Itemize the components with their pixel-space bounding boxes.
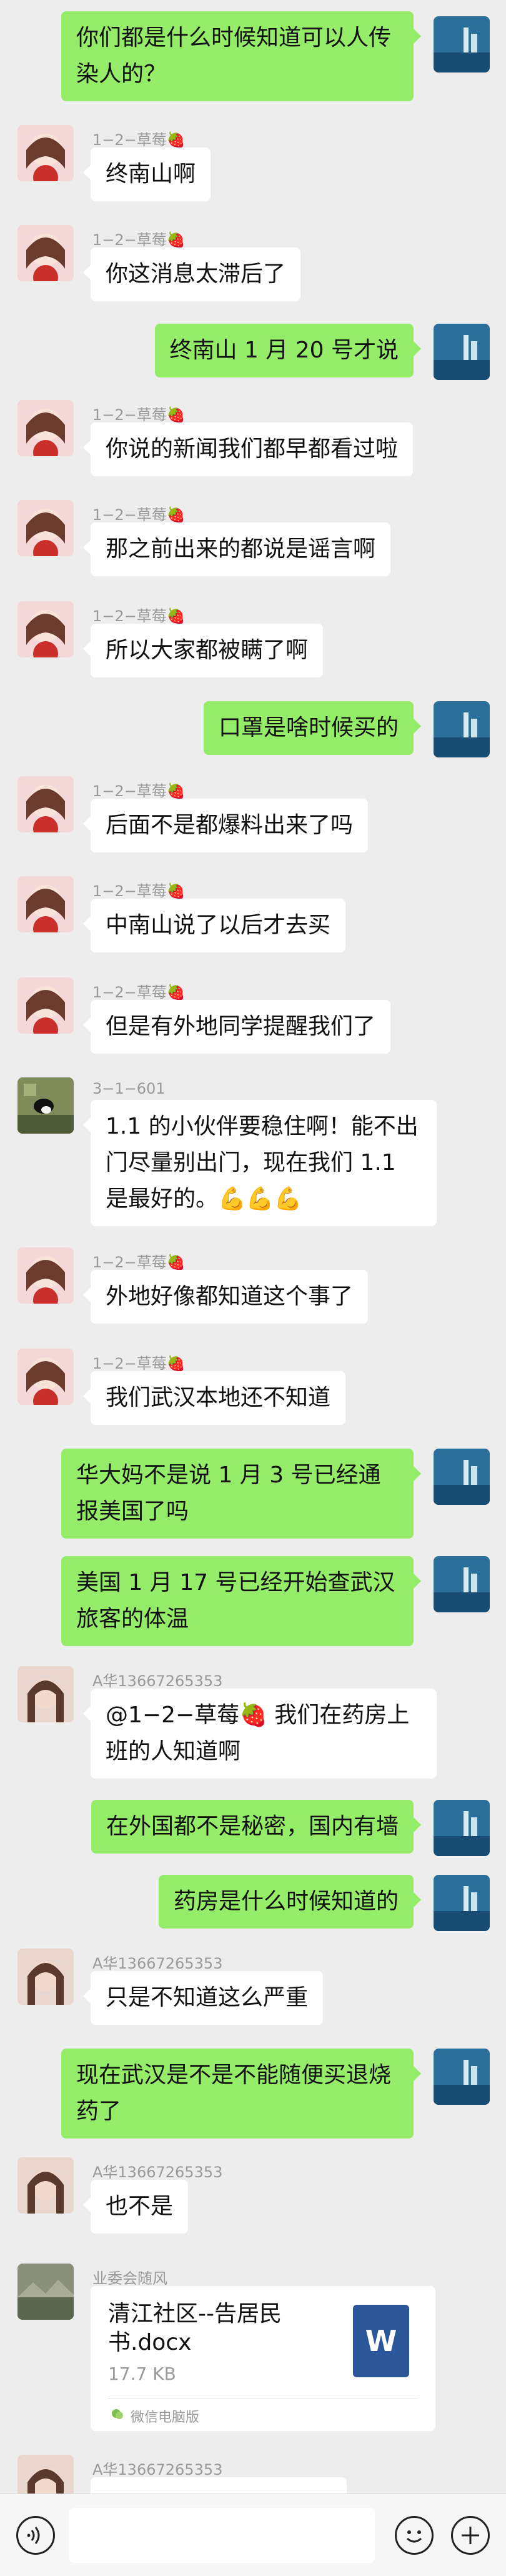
- message-bubble[interactable]: 终南山 1 月 20 号才说: [154, 324, 421, 377]
- avatar[interactable]: [17, 876, 74, 932]
- avatar[interactable]: [434, 324, 490, 380]
- sender-name: 业委会随风: [92, 2270, 167, 2287]
- message-bubble[interactable]: 中南山说了以后才去买: [82, 899, 346, 952]
- sender-name: 1−2−草莓🍓: [92, 782, 186, 800]
- file-message[interactable]: 清江社区--告居民书.docx 17.7 KB W 微信电脑版: [91, 2286, 435, 2431]
- sender-name: A华13667265353: [92, 1955, 223, 1972]
- message-bubble[interactable]: 也不是: [82, 2180, 189, 2234]
- avatar[interactable]: [17, 1666, 74, 1722]
- avatar[interactable]: [434, 701, 490, 757]
- avatar[interactable]: [17, 1949, 74, 2005]
- message-bubble[interactable]: 现在武汉是不是不能随便买退烧药了: [61, 2049, 421, 2139]
- avatar[interactable]: [17, 125, 74, 181]
- message-bubble[interactable]: 我们武汉本地还不知道: [82, 1371, 346, 1425]
- message-bubble[interactable]: 外地好像都知道这个事了: [82, 1270, 369, 1324]
- avatar[interactable]: [434, 1875, 490, 1931]
- file-source: 微信电脑版: [131, 2410, 200, 2425]
- plus-icon[interactable]: [451, 2516, 490, 2555]
- avatar[interactable]: [434, 1449, 490, 1505]
- avatar[interactable]: [434, 2049, 490, 2105]
- sender-name: 1−2−草莓🍓: [92, 984, 186, 1001]
- word-file-icon: W: [353, 2305, 409, 2377]
- avatar[interactable]: [17, 225, 74, 281]
- message-bubble[interactable]: @1−2−草莓🍓 我们在药房上班的人知道啊: [83, 1689, 437, 1779]
- sender-name: 1−2−草莓🍓: [92, 406, 186, 424]
- avatar[interactable]: [17, 500, 74, 556]
- message-bubble[interactable]: 华大妈不是说 1 月 3 号已经通报美国了吗: [61, 1449, 421, 1539]
- wechat-pc-icon: [112, 2409, 123, 2419]
- message-bubble[interactable]: 你们都是什么时候知道可以人传染人的？: [61, 11, 421, 101]
- avatar[interactable]: [17, 977, 74, 1034]
- message-bubble[interactable]: 那之前出来的都说是谣言啊: [82, 522, 391, 576]
- sender-name: 3−1−601: [92, 1080, 166, 1097]
- avatar[interactable]: [17, 776, 74, 832]
- message-bubble[interactable]: 你说的新闻我们都早都看过啦: [82, 422, 414, 476]
- message-bubble[interactable]: 口罩是啥时候买的: [203, 701, 422, 755]
- avatar[interactable]: [17, 1077, 74, 1134]
- sender-name: 1−2−草莓🍓: [92, 131, 186, 149]
- sender-name: 1−2−草莓🍓: [92, 1254, 186, 1271]
- message-bubble[interactable]: 在外国都不是秘密，国内有墙: [91, 1800, 422, 1854]
- sender-name: 1−2−草莓🍓: [92, 506, 186, 524]
- avatar[interactable]: [17, 400, 74, 456]
- avatar[interactable]: [434, 16, 490, 72]
- sender-name: A华13667265353: [92, 2164, 223, 2181]
- message-bubble[interactable]: 美国 1 月 17 号已经开始查武汉旅客的体温: [61, 1556, 421, 1646]
- avatar[interactable]: [434, 1556, 490, 1612]
- chat-input-bar: [0, 2494, 506, 2576]
- avatar[interactable]: [17, 2264, 74, 2320]
- file-size: 17.7 KB: [108, 2364, 176, 2384]
- sender-name: 1−2−草莓🍓: [92, 1355, 186, 1372]
- sender-name: 1−2−草莓🍓: [92, 882, 186, 900]
- voice-icon[interactable]: [16, 2516, 55, 2555]
- message-bubble[interactable]: 药房是什么时候知道的: [158, 1875, 422, 1929]
- file-name: 清江社区--告居民书.docx: [108, 2301, 282, 2355]
- sender-name: 1−2−草莓🍓: [92, 231, 186, 249]
- avatar[interactable]: [17, 601, 74, 657]
- avatar[interactable]: [17, 1349, 74, 1405]
- message-bubble[interactable]: 后面不是都爆料出来了吗: [82, 799, 369, 852]
- message-bubble[interactable]: 终南山啊: [82, 147, 211, 201]
- message-bubble[interactable]: 1.1 的小伙伴要稳住啊！能不出门尽量别出门，现在我们 1.1 是最好的。💪💪💪: [83, 1100, 437, 1226]
- emoji-icon[interactable]: [395, 2516, 434, 2555]
- avatar[interactable]: [434, 1800, 490, 1856]
- sender-name: A华13667265353: [92, 1672, 223, 1690]
- message-bubble[interactable]: 但是有外地同学提醒我们了: [82, 1000, 391, 1054]
- message-bubble[interactable]: 所以大家都被瞒了啊: [82, 624, 324, 677]
- sender-name: A华13667265353: [92, 2461, 223, 2479]
- message-input[interactable]: [69, 2508, 375, 2563]
- message-bubble[interactable]: 你这消息太滞后了: [82, 247, 301, 301]
- message-bubble[interactable]: 只是不知道这么严重: [82, 1971, 324, 2025]
- avatar[interactable]: [17, 1247, 74, 1304]
- avatar[interactable]: [17, 2157, 74, 2214]
- sender-name: 1−2−草莓🍓: [92, 607, 186, 625]
